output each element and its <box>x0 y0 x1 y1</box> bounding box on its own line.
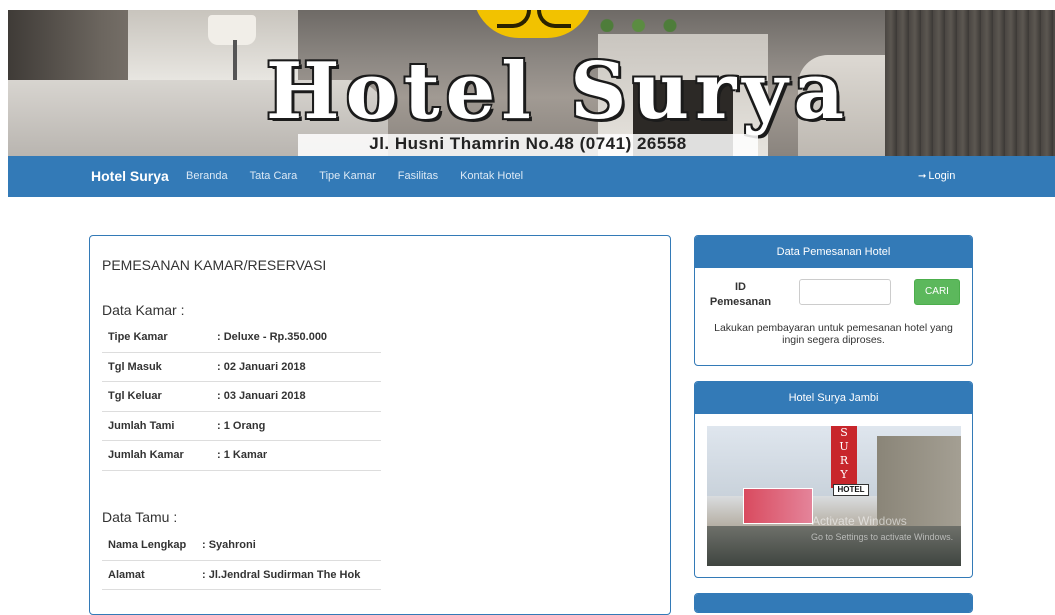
navbar: Hotel Surya Beranda Tata Cara Tipe Kamar… <box>8 156 1055 197</box>
nav-item-fasilitas[interactable]: Fasilitas <box>398 170 438 182</box>
table-row: Nama Lengkap : Syahroni <box>102 531 381 561</box>
booking-id-label-line1: ID <box>735 281 746 293</box>
table-row: Tgl Keluar : 03 Januari 2018 <box>102 382 381 412</box>
row-label: Tgl Masuk <box>108 360 162 373</box>
reservation-panel: PEMESANAN KAMAR/RESERVASI Data Kamar : T… <box>89 235 671 615</box>
search-button[interactable]: CARI <box>914 279 960 305</box>
nav-item-kontak-hotel[interactable]: Kontak Hotel <box>460 170 523 182</box>
navbar-menu: Beranda Tata Cara Tipe Kamar Fasilitas K… <box>186 170 545 182</box>
row-label: Alamat <box>108 568 145 581</box>
row-value: : 1 Orang <box>217 419 266 432</box>
hotel-photo-panel: Hotel Surya Jambi S U R Y HOTEL Activate… <box>694 381 973 578</box>
table-row: Jumlah Tami : 1 Orang <box>102 412 381 441</box>
row-label: Tgl Keluar <box>108 390 162 403</box>
photo-billboard <box>743 488 813 524</box>
row-value: : Syahroni <box>202 539 256 552</box>
search-panel-heading: Data Pemesanan Hotel <box>695 236 972 268</box>
third-panel-heading <box>695 594 972 612</box>
data-kamar-title: Data Kamar : <box>102 302 185 318</box>
navbar-brand[interactable]: Hotel Surya <box>91 168 169 184</box>
banner-lamp <box>208 15 256 45</box>
banner-title: Hotel Surya <box>265 46 851 137</box>
login-label: Login <box>928 170 956 182</box>
sign-in-icon: ➞ <box>918 171 927 182</box>
third-side-panel <box>694 593 973 613</box>
row-value: : Jl.Jendral Sudirman The Hok <box>202 568 361 581</box>
header-banner: Hotel Surya Jl. Husni Thamrin No.48 (074… <box>8 10 1055 156</box>
nav-item-tata-cara[interactable]: Tata Cara <box>250 170 298 182</box>
search-row: ID Pemesanan CARI <box>695 268 972 318</box>
sign-letter: R <box>839 454 849 467</box>
row-value: : 03 Januari 2018 <box>217 390 306 403</box>
table-row: Alamat : Jl.Jendral Sudirman The Hok <box>102 561 381 590</box>
row-value: : Deluxe - Rp.350.000 <box>217 331 328 344</box>
banner-plants <box>598 16 688 32</box>
watermark-title: Activate Windows <box>812 514 907 528</box>
nav-item-beranda[interactable]: Beranda <box>186 170 228 182</box>
table-row: Tgl Masuk : 02 Januari 2018 <box>102 353 381 382</box>
data-tamu-table: Nama Lengkap : Syahroni Alamat : Jl.Jend… <box>102 531 381 590</box>
hotel-sign: HOTEL <box>833 484 869 496</box>
row-label: Jumlah Kamar <box>108 449 184 462</box>
data-tamu-title: Data Tamu : <box>102 509 178 525</box>
surya-sign: S U R Y <box>831 426 857 488</box>
nav-item-tipe-kamar[interactable]: Tipe Kamar <box>319 170 375 182</box>
sign-letter: Y <box>840 468 848 481</box>
sign-letter: S <box>840 426 848 439</box>
row-label: Jumlah Tami <box>108 419 175 432</box>
data-kamar-table: Tipe Kamar : Deluxe - Rp.350.000 Tgl Mas… <box>102 323 381 471</box>
hotel-logo-icon <box>473 10 593 38</box>
row-value: : 02 Januari 2018 <box>217 360 306 373</box>
row-label: Tipe Kamar <box>108 331 168 344</box>
table-row: Tipe Kamar : Deluxe - Rp.350.000 <box>102 323 381 353</box>
search-booking-panel: Data Pemesanan Hotel ID Pemesanan CARI L… <box>694 235 973 366</box>
row-label: Nama Lengkap <box>108 539 187 552</box>
table-row: Jumlah Kamar : 1 Kamar <box>102 441 381 471</box>
sign-letter: U <box>839 440 849 453</box>
booking-id-input[interactable] <box>799 279 891 305</box>
booking-id-label-line2: Pemesanan <box>709 296 772 308</box>
watermark-subtitle: Go to Settings to activate Windows. <box>811 532 954 542</box>
login-link[interactable]: ➞ Login <box>918 170 955 182</box>
row-value: : 1 Kamar <box>217 449 268 462</box>
page-title: PEMESANAN KAMAR/RESERVASI <box>102 257 327 273</box>
payment-note: Lakukan pembayaran untuk pemesanan hotel… <box>714 322 953 346</box>
booking-id-label: ID Pemesanan <box>708 280 773 310</box>
hotel-photo: S U R Y HOTEL Activate Windows Go to Set… <box>707 426 961 566</box>
photo-panel-heading: Hotel Surya Jambi <box>695 382 972 414</box>
banner-address: Jl. Husni Thamrin No.48 (0741) 26558 <box>369 134 687 153</box>
